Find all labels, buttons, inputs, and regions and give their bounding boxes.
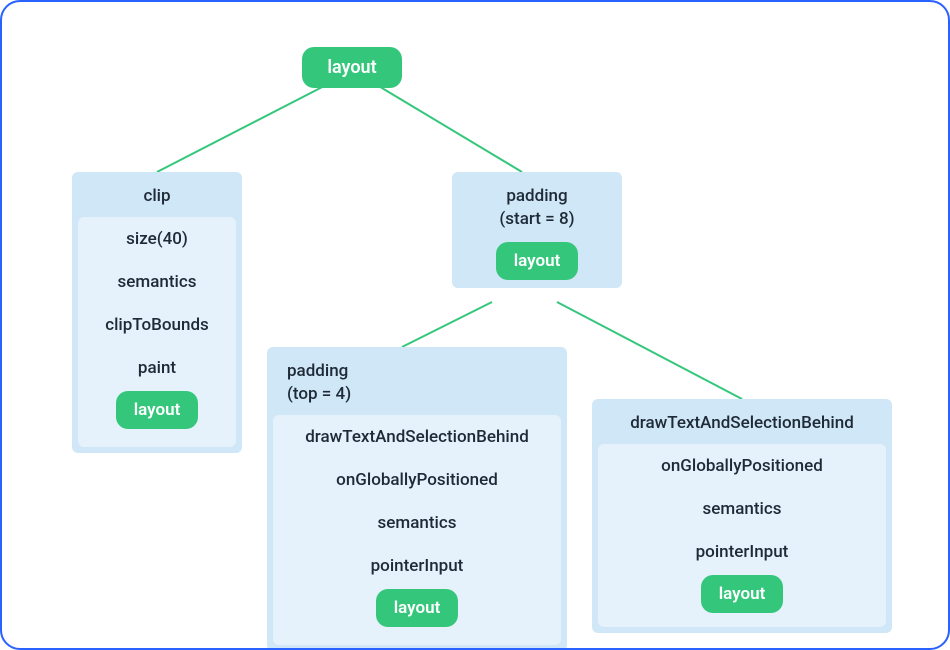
row-ongp-bl: onGloballyPositioned: [281, 462, 553, 499]
row-size: size(40): [82, 221, 232, 258]
nest-1: size(40) semantics clipToBounds paint la…: [78, 217, 236, 447]
row-paint: paint: [94, 350, 220, 387]
row-semantics: semantics: [86, 264, 228, 301]
nest-br-2: semantics pointerInput layout: [602, 487, 882, 623]
nest-bl-3: semantics pointerInput layout: [281, 501, 553, 637]
node-padding-start: padding (start = 8) layout: [452, 172, 622, 288]
nest-br-1: onGloballyPositioned semantics pointerIn…: [598, 444, 886, 627]
row-ongp-br: onGloballyPositioned: [602, 448, 882, 485]
row-padding-top: padding (top = 4): [273, 353, 561, 413]
terminal-layout-right-top: layout: [496, 242, 579, 280]
nest-4: paint layout: [90, 346, 224, 435]
terminal-layout-left: layout: [116, 391, 199, 429]
row-drawtext-br: drawTextAndSelectionBehind: [598, 405, 886, 442]
row-drawtext-bl: drawTextAndSelectionBehind: [277, 419, 557, 456]
diagram-canvas: layout clip size(40) semantics clipToBou…: [0, 0, 950, 650]
terminal-layout-br: layout: [701, 575, 784, 613]
nest-bl-4: pointerInput layout: [285, 544, 549, 633]
row-semantics-bl: semantics: [285, 505, 549, 542]
nest-2: semantics clipToBounds paint layout: [82, 260, 232, 443]
node-clip: clip size(40) semantics clipToBounds pai…: [72, 172, 242, 453]
node-drawtext-right: drawTextAndSelectionBehind onGloballyPos…: [592, 399, 892, 633]
row-semantics-br: semantics: [606, 491, 878, 528]
terminal-layout-bl: layout: [376, 589, 459, 627]
root-node: layout: [302, 47, 402, 88]
row-cliptobounds: clipToBounds: [90, 307, 224, 344]
root-label: layout: [327, 57, 376, 78]
nest-3: clipToBounds paint layout: [86, 303, 228, 439]
row-pointer-br: pointerInput: [610, 534, 874, 571]
node-padding-top: padding (top = 4) drawTextAndSelectionBe…: [267, 347, 567, 650]
row-pointer-bl: pointerInput: [289, 548, 545, 585]
row-clip: clip: [78, 178, 236, 215]
row-padding-start: padding (start = 8): [458, 178, 616, 238]
nest-bl-1: drawTextAndSelectionBehind onGloballyPos…: [273, 415, 561, 645]
nest-br-3: pointerInput layout: [606, 530, 878, 619]
nest-bl-2: onGloballyPositioned semantics pointerIn…: [277, 458, 557, 641]
